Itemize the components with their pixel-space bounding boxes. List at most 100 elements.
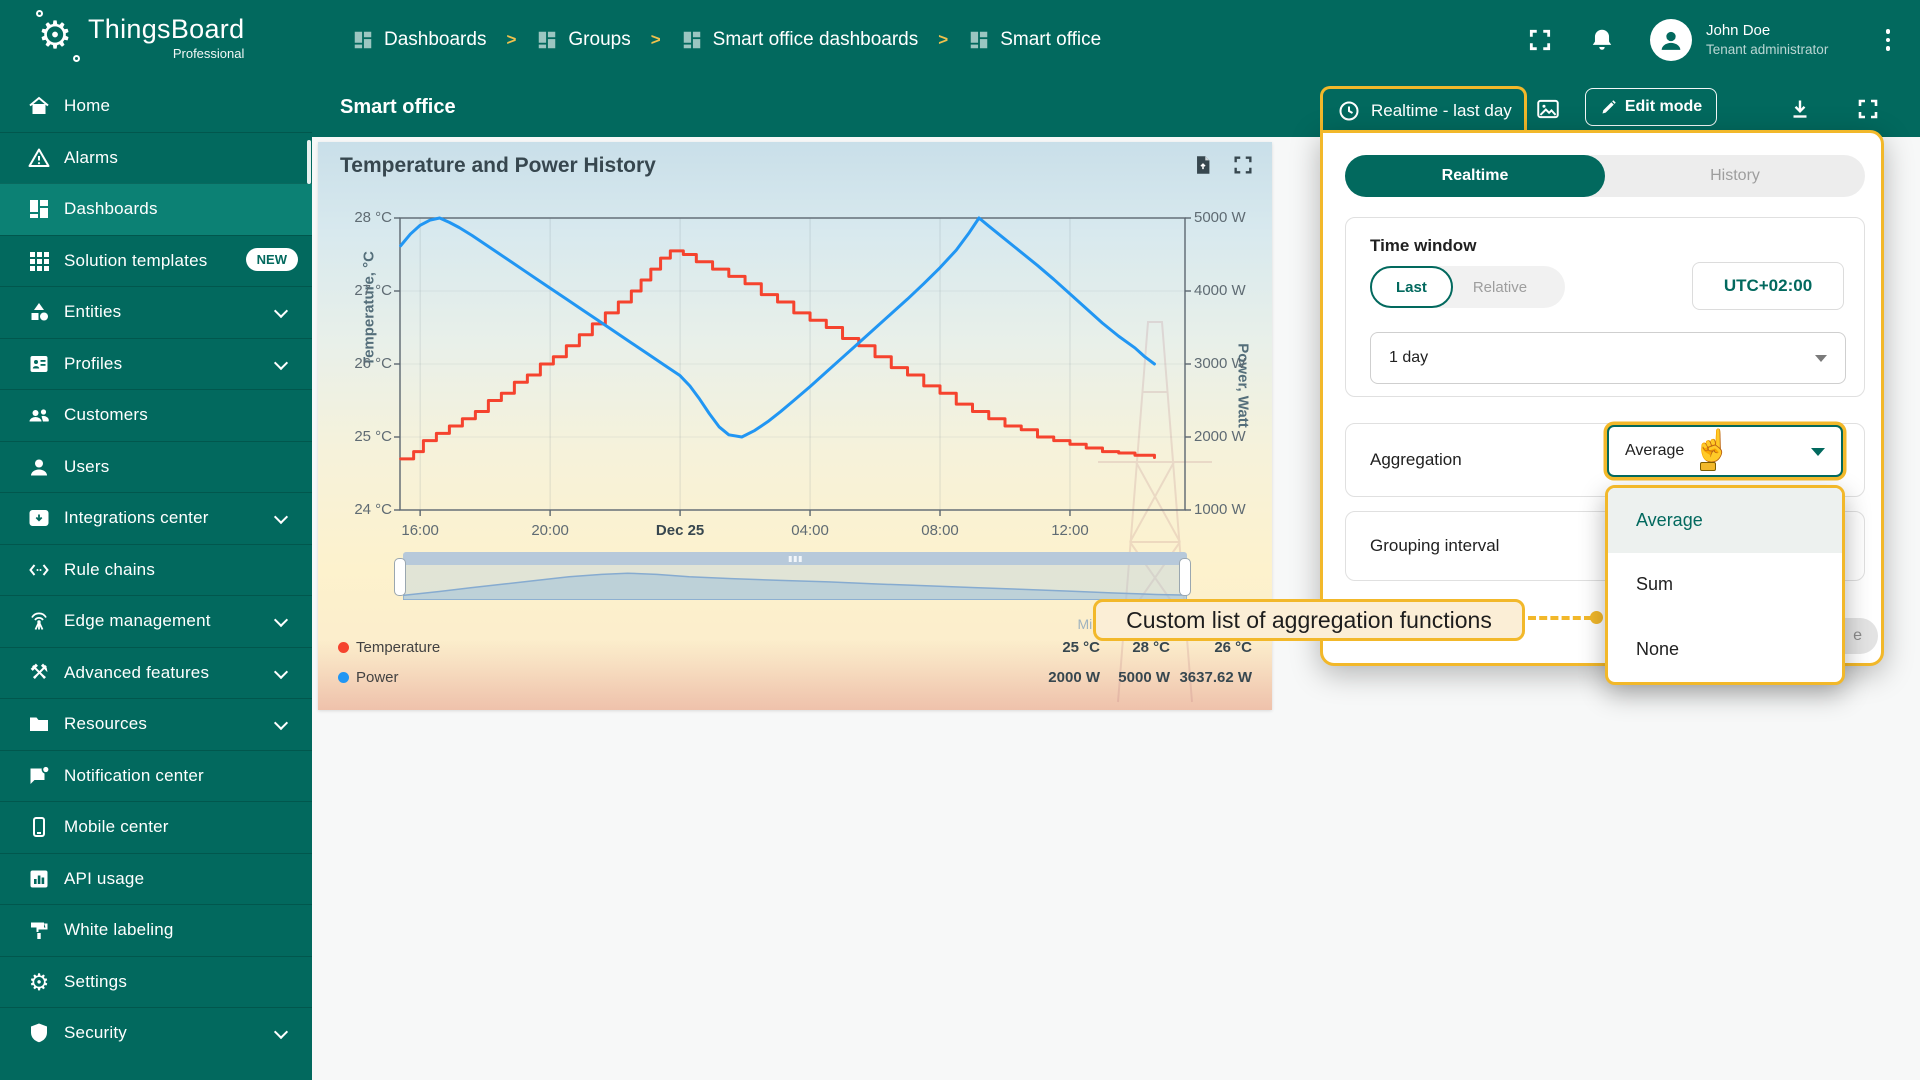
aggregation-label: Aggregation (1370, 450, 1462, 469)
breadcrumb-smart-office-dashboards[interactable]: Smart office dashboards (681, 29, 918, 51)
dashboard-icon (970, 31, 988, 49)
toggle-last[interactable]: Last (1370, 266, 1453, 308)
legend-series-name[interactable]: Temperature (356, 639, 440, 656)
clock-icon (1339, 101, 1359, 121)
download-icon[interactable] (1782, 91, 1818, 127)
callout-connector-dot (1590, 611, 1603, 624)
sidebar-item-advanced-features[interactable]: ⚒ Advanced features (0, 646, 312, 699)
notifications-bell-icon[interactable] (1580, 18, 1624, 62)
sidebar-item-api-usage[interactable]: API usage (0, 852, 312, 905)
gear-icon: ⚙ (28, 968, 50, 995)
api-usage-icon (26, 866, 52, 892)
sidebar-item-alarms[interactable]: Alarms (0, 131, 312, 184)
interval-type-toggle: Last Relative (1370, 266, 1566, 308)
y-right-tick-label: 5000 W (1194, 209, 1246, 226)
legend-series-name[interactable]: Power (356, 669, 399, 686)
fullscreen-icon[interactable] (1518, 18, 1562, 62)
dashboard-icon (354, 31, 372, 49)
sidebar-scrollbar[interactable] (307, 140, 311, 184)
scrollbar-right-handle[interactable] (1179, 558, 1191, 596)
toggle-relative[interactable]: Relative (1453, 279, 1547, 296)
sidebar-item-white-labeling[interactable]: White labeling (0, 904, 312, 956)
top-header: ⚙ ThingsBoard Professional Dashboards > … (0, 0, 1920, 80)
breadcrumb-smart-office[interactable]: Smart office (968, 29, 1101, 51)
callout-connector (1528, 616, 1592, 620)
legend-value: 2000 W (1048, 669, 1100, 686)
sidebar: Home Alarms Dashboards Solution template… (0, 80, 312, 1080)
chevron-down-icon (273, 509, 289, 525)
integrations-icon (26, 505, 52, 531)
edit-mode-button[interactable]: Edit mode (1585, 88, 1717, 126)
chevron-down-icon (1815, 355, 1827, 362)
sidebar-item-home[interactable]: Home (0, 80, 312, 132)
logo[interactable]: ⚙ ThingsBoard Professional (36, 10, 245, 64)
sidebar-item-resources[interactable]: Resources (0, 698, 312, 750)
tab-realtime[interactable]: Realtime (1345, 155, 1605, 197)
y-left-tick-label: 28 °C (354, 209, 392, 226)
scrollbar-left-handle[interactable] (394, 558, 406, 596)
chevron-down-icon (273, 612, 289, 628)
chevron-down-icon (273, 1024, 289, 1040)
menu-option-sum[interactable]: Sum (1608, 553, 1842, 618)
screenshot-image-icon[interactable] (1530, 91, 1566, 127)
y-axis-right-title: Power, Watt (1234, 343, 1252, 428)
sidebar-item-notification-center[interactable]: Notification center (0, 749, 312, 802)
sidebar-item-entities[interactable]: Entities (0, 286, 312, 338)
time-window-button[interactable]: Realtime - last day (1320, 86, 1527, 133)
menu-option-average[interactable]: Average (1608, 488, 1842, 553)
sidebar-item-rule-chains[interactable]: Rule chains (0, 543, 312, 596)
time-scrollbar[interactable] (403, 552, 1187, 565)
tab-history[interactable]: History (1605, 155, 1865, 197)
power-legend-dot (338, 672, 349, 683)
scrollbar-grip-icon (788, 556, 802, 562)
sidebar-item-users[interactable]: Users (0, 440, 312, 493)
y-right-tick-label: 2000 W (1194, 428, 1246, 445)
x-axis-tick-label: 16:00 (401, 522, 439, 539)
sidebar-item-security[interactable]: Security (0, 1007, 312, 1059)
toolbar-fullscreen-icon[interactable] (1850, 91, 1886, 127)
time-window-card: Time window Last Relative UTC+02:00 1 da… (1345, 217, 1865, 397)
more-menu-icon[interactable] (1870, 29, 1906, 51)
header-actions: John Doe Tenant administrator (1518, 0, 1920, 80)
time-scrollbar-preview[interactable] (403, 565, 1187, 600)
app-title: ThingsBoard (88, 14, 245, 44)
pencil-icon (1600, 99, 1617, 116)
time-window-tabs: Realtime History (1345, 155, 1865, 197)
apps-grid-icon (26, 248, 52, 274)
chevron-down-icon (273, 355, 289, 370)
sidebar-item-integrations-center[interactable]: Integrations center (0, 492, 312, 544)
sidebar-item-mobile-center[interactable]: Mobile center (0, 801, 312, 853)
profiles-badge-icon (26, 351, 52, 377)
sidebar-item-edge-management[interactable]: Edge management (0, 595, 312, 647)
y-left-tick-label: 26 °C (354, 355, 392, 372)
dashboards-icon (26, 196, 52, 222)
y-axis-left-title: Temperature, °C (360, 251, 378, 366)
last-interval-select[interactable]: 1 day (1370, 332, 1846, 384)
sidebar-item-solution-templates[interactable]: Solution templates NEW (0, 234, 312, 287)
x-axis-tick-label: 20:00 (531, 522, 569, 539)
chevron-down-icon (273, 715, 289, 731)
x-axis-tick-label: 08:00 (921, 522, 959, 539)
y-right-tick-label: 3000 W (1194, 355, 1246, 372)
user-avatar[interactable] (1650, 19, 1692, 61)
legend-value: 3637.62 W (1179, 669, 1252, 686)
cursor-click-highlight (1700, 462, 1716, 471)
legend-header-min: Min (1077, 616, 1100, 632)
home-icon (26, 93, 52, 119)
legend-value: 28 °C (1132, 639, 1170, 656)
breadcrumb: Dashboards > Groups > Smart office dashb… (352, 0, 1101, 80)
sidebar-item-customers[interactable]: Customers (0, 389, 312, 441)
notification-center-icon (26, 763, 52, 789)
sidebar-item-settings[interactable]: ⚙ Settings (0, 955, 312, 1008)
timezone-button[interactable]: UTC+02:00 (1692, 262, 1844, 310)
y-left-tick-label: 27 °C (354, 282, 392, 299)
grouping-interval-label: Grouping interval (1370, 536, 1500, 555)
user-info[interactable]: John Doe Tenant administrator (1706, 21, 1866, 59)
menu-option-none[interactable]: None (1608, 617, 1842, 682)
dashboard-title: Smart office (340, 96, 456, 118)
sidebar-item-profiles[interactable]: Profiles (0, 337, 312, 390)
breadcrumb-dashboards[interactable]: Dashboards (352, 29, 486, 51)
legend-value: 26 °C (1214, 639, 1252, 656)
breadcrumb-groups[interactable]: Groups (536, 29, 631, 51)
sidebar-item-dashboards[interactable]: Dashboards (0, 183, 312, 235)
